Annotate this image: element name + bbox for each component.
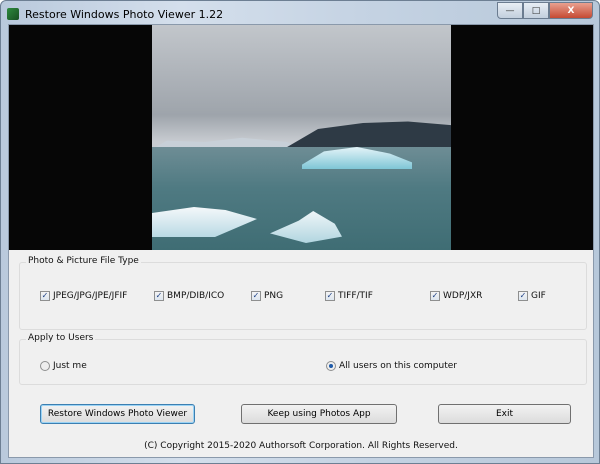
app-icon bbox=[7, 8, 19, 20]
radio-icon bbox=[40, 361, 50, 371]
checkbox-label: GIF bbox=[531, 291, 546, 301]
exit-button[interactable]: Exit bbox=[438, 404, 571, 424]
checkbox-wdp[interactable]: ✓ WDP/JXR bbox=[430, 291, 482, 301]
maximize-button[interactable]: □ bbox=[523, 2, 549, 19]
copyright-text: (C) Copyright 2015-2020 Authorsoft Corpo… bbox=[144, 441, 458, 451]
users-legend: Apply to Users bbox=[26, 333, 96, 343]
check-icon: ✓ bbox=[518, 291, 528, 301]
image-preview bbox=[9, 25, 593, 250]
check-icon: ✓ bbox=[325, 291, 335, 301]
check-icon: ✓ bbox=[40, 291, 50, 301]
checkbox-jpeg[interactable]: ✓ JPEG/JPG/JPE/JFIF bbox=[40, 291, 127, 301]
radio-selected-icon bbox=[326, 361, 336, 371]
checkbox-label: PNG bbox=[264, 291, 284, 301]
checkbox-label: BMP/DIB/ICO bbox=[167, 291, 225, 301]
radio-just-me[interactable]: Just me bbox=[40, 361, 87, 371]
preview-photo bbox=[152, 25, 451, 250]
checkbox-gif[interactable]: ✓ GIF bbox=[518, 291, 546, 301]
checkbox-label: WDP/JXR bbox=[443, 291, 483, 301]
checkbox-label: JPEG/JPG/JPE/JFIF bbox=[53, 291, 128, 301]
check-icon: ✓ bbox=[251, 291, 261, 301]
radio-all-users[interactable]: All users on this computer bbox=[326, 361, 457, 371]
title-bar: Restore Windows Photo Viewer 1.22 bbox=[7, 5, 223, 23]
close-button[interactable]: X bbox=[549, 2, 593, 19]
minimize-button[interactable]: — bbox=[497, 2, 523, 19]
client-area: Photo & Picture File Type ✓ JPEG/JPG/JPE/… bbox=[8, 24, 594, 458]
check-icon: ✓ bbox=[154, 291, 164, 301]
restore-button[interactable]: Restore Windows Photo Viewer bbox=[40, 404, 195, 424]
checkbox-bmp[interactable]: ✓ BMP/DIB/ICO bbox=[154, 291, 224, 301]
checkbox-tiff[interactable]: ✓ TIFF/TIF bbox=[325, 291, 373, 301]
window-title: Restore Windows Photo Viewer 1.22 bbox=[25, 7, 224, 21]
radio-label: Just me bbox=[53, 361, 87, 371]
checkbox-png[interactable]: ✓ PNG bbox=[251, 291, 283, 301]
app-window: Restore Windows Photo Viewer 1.22 — □ X … bbox=[0, 0, 600, 464]
keep-photos-app-button[interactable]: Keep using Photos App bbox=[241, 404, 397, 424]
radio-label: All users on this computer bbox=[339, 361, 457, 371]
file-type-group: Photo & Picture File Type ✓ JPEG/JPG/JPE/… bbox=[19, 256, 587, 330]
users-group: Apply to Users Just me All users on this… bbox=[19, 333, 587, 385]
check-icon: ✓ bbox=[430, 291, 440, 301]
checkbox-label: TIFF/TIF bbox=[338, 291, 373, 301]
file-type-legend: Photo & Picture File Type bbox=[26, 256, 141, 266]
